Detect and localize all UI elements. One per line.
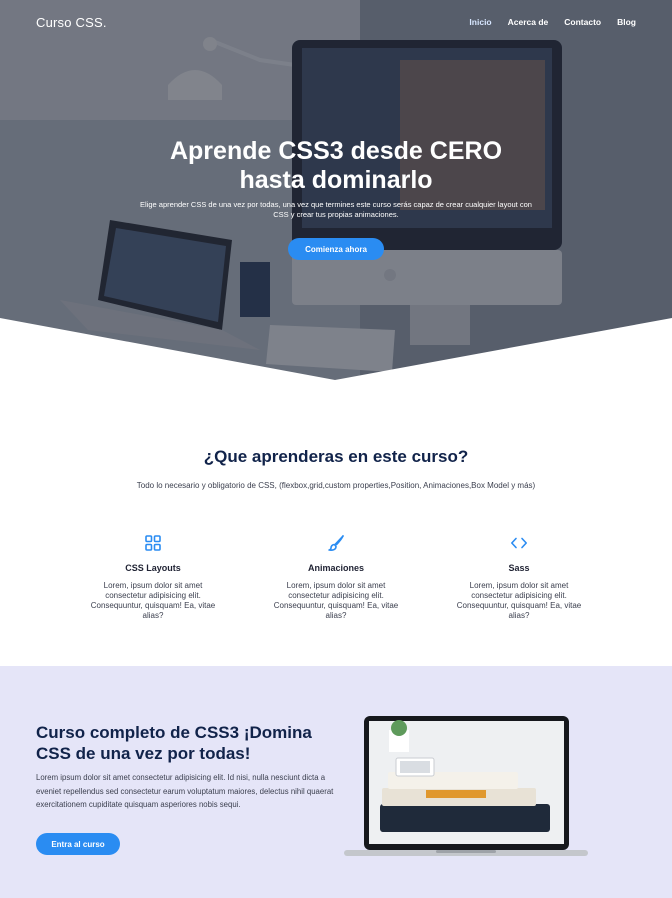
feature-card-animaciones: Animaciones Lorem, ipsum dolor sit amet …	[266, 534, 406, 621]
start-now-button[interactable]: Comienza ahora	[288, 238, 384, 260]
feature-text: Lorem, ipsum dolor sit amet consectetur …	[90, 581, 216, 620]
nav-link-blog[interactable]: Blog	[617, 17, 636, 27]
feature-title: Sass	[508, 563, 530, 573]
code-icon	[511, 537, 527, 549]
nav-link-contacto[interactable]: Contacto	[564, 17, 601, 27]
hero-title-line1: Aprende CSS3 desde CERO	[169, 137, 503, 165]
course-section: Curso completo de CSS3 ¡Domina CSS de un…	[0, 666, 672, 898]
course-description: Lorem ipsum dolor sit amet consectetur a…	[36, 773, 334, 809]
hero-title-line2: hasta dominarlo	[239, 166, 433, 194]
hero-subtitle: Elige aprender CSS de una vez por todas,…	[140, 200, 532, 219]
grid-icon	[145, 535, 161, 551]
feature-text: Lorem, ipsum dolor sit amet consectetur …	[273, 581, 399, 620]
nav-link-inicio[interactable]: Inicio	[469, 17, 491, 27]
features-subtitle: Todo lo necesario y obligatorio de CSS, …	[136, 481, 536, 490]
brush-icon	[328, 535, 344, 551]
feature-title: CSS Layouts	[125, 563, 181, 573]
feature-card-sass: Sass Lorem, ipsum dolor sit amet consect…	[449, 534, 589, 621]
features-title: ¿Que aprenderas en este curso?	[203, 447, 469, 466]
enter-course-button[interactable]: Entra al curso	[36, 833, 120, 855]
laptop-image	[344, 716, 588, 856]
hero-title: Aprende CSS3 desde CERO hasta dominarlo	[0, 137, 672, 195]
brand-logo[interactable]: Curso CSS.	[36, 15, 107, 30]
hero-section: Curso CSS. Inicio Acerca de Contacto Blo…	[0, 0, 672, 380]
feature-title: Animaciones	[307, 563, 365, 573]
feature-card-layouts: CSS Layouts Lorem, ipsum dolor sit amet …	[83, 534, 223, 621]
nav-link-acerca[interactable]: Acerca de	[508, 17, 549, 27]
feature-text: Lorem, ipsum dolor sit amet consectetur …	[456, 581, 582, 620]
main-nav: Inicio Acerca de Contacto Blog	[469, 17, 636, 27]
course-title: Curso completo de CSS3 ¡Domina CSS de un…	[36, 723, 312, 763]
